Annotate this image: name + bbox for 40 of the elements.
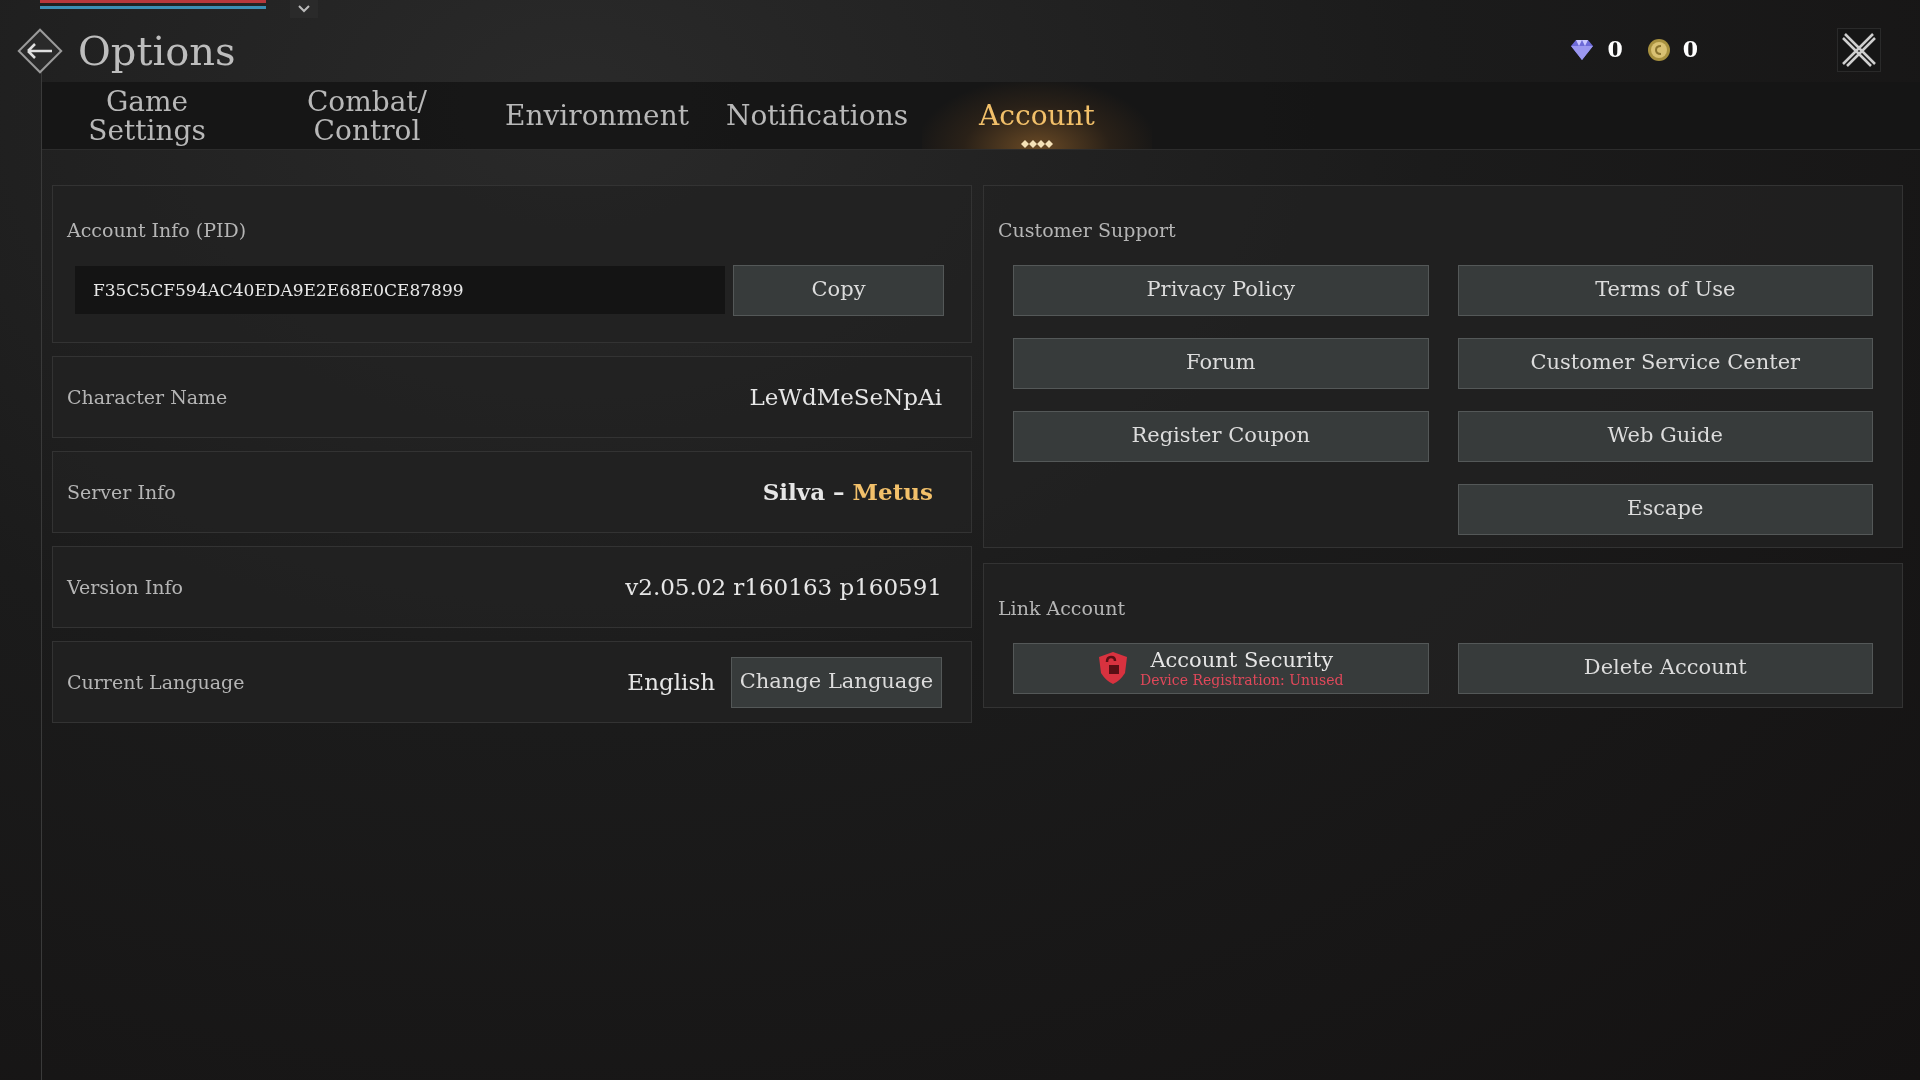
support-button[interactable]: Forum (1013, 337, 1429, 389)
section-title: Link Account (998, 596, 1127, 621)
device-status: Device Registration: Unused (1139, 672, 1344, 687)
currency-amount: 0 (1607, 35, 1623, 64)
row-label: Current Language (67, 669, 245, 695)
gem-icon (1569, 37, 1596, 62)
row-value: LeWdMeSeNpAi (749, 382, 942, 412)
tab[interactable]: Environment (482, 82, 712, 149)
support-button[interactable]: Web Guide (1457, 410, 1873, 462)
support-button[interactable]: Register Coupon (1013, 410, 1429, 462)
row-label: Character Name (67, 384, 228, 410)
row-label: Server Info (67, 479, 176, 505)
support-button[interactable]: Customer Service Center (1457, 337, 1873, 389)
row-value: English (627, 667, 715, 697)
section-title: Account Info (PID) (67, 218, 248, 243)
delete-account-button[interactable]: Delete Account (1457, 642, 1873, 694)
pid-field[interactable]: F35C5CF594AC40EDA9E2E68E0CE87899 (75, 266, 725, 314)
support-button[interactable]: Privacy Policy (1013, 264, 1429, 316)
copy-button[interactable]: Copy (733, 264, 944, 316)
tab[interactable]: Game Settings (42, 82, 252, 149)
currency-amount: 0 (1682, 35, 1698, 64)
close-icon (1841, 32, 1877, 68)
row-label: Version Info (67, 574, 184, 600)
tab[interactable]: Notifications (712, 82, 922, 149)
button-label: Account Security (1150, 649, 1334, 671)
change-language-button[interactable]: Change Language (731, 656, 942, 708)
support-button[interactable]: Terms of Use (1457, 264, 1873, 316)
tab[interactable]: Account (922, 82, 1152, 149)
support-button[interactable]: Escape (1457, 483, 1873, 535)
row-value: v2.05.02 r160163 p160591 (625, 572, 942, 602)
shield-lock-icon (1097, 651, 1128, 685)
coin-icon (1646, 37, 1671, 62)
tab[interactable]: Combat/ Control (252, 82, 482, 149)
account-security-button[interactable]: Account Security Device Registration: Unused (1013, 642, 1429, 694)
server-value: Silva – Metus (762, 476, 933, 507)
section-title: Customer Support (998, 218, 1177, 243)
page-title: Options (78, 31, 236, 71)
close-button[interactable] (1837, 28, 1881, 72)
chevron-button[interactable] (290, 0, 318, 18)
chevron-down-icon (298, 5, 310, 13)
